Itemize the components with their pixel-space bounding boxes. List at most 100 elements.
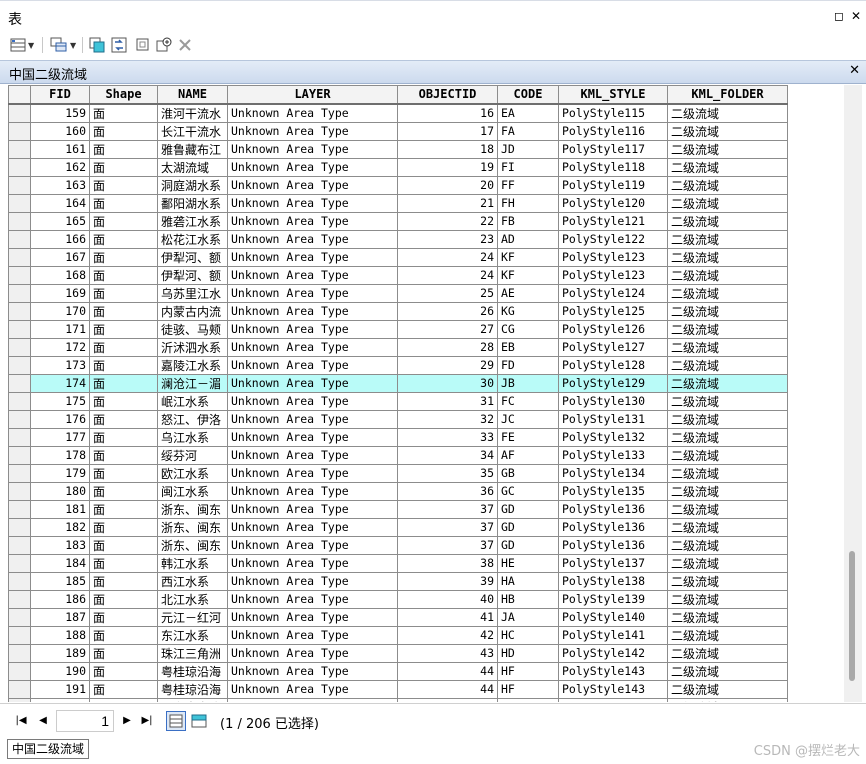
row-selector[interactable] <box>8 283 31 303</box>
table-cell[interactable]: JB <box>497 373 559 393</box>
table-cell[interactable]: 19 <box>397 157 498 177</box>
table-cell[interactable]: Unknown Area Type <box>227 157 398 177</box>
table-cell[interactable]: Unknown Area Type <box>227 175 398 195</box>
row-selector[interactable] <box>8 679 31 699</box>
table-cell[interactable]: 169 <box>30 283 90 303</box>
table-cell[interactable]: 面 <box>89 247 158 267</box>
table-row[interactable]: 159 面淮河干流水 Unknown Area Type 16 EA PolyStyle1… <box>8 103 788 123</box>
table-cell[interactable]: 洞庭湖水系 <box>157 175 228 195</box>
table-cell[interactable]: 二级流域 <box>667 463 788 483</box>
table-cell[interactable]: HA <box>497 571 559 591</box>
zoom-to-selected-button[interactable] <box>156 35 172 55</box>
column-header[interactable]: Shape <box>89 85 158 105</box>
table-cell[interactable]: PolyStyle128 <box>558 355 668 375</box>
table-cell[interactable]: 面 <box>89 517 158 537</box>
table-cell[interactable]: 16 <box>397 103 498 123</box>
row-selector[interactable] <box>8 481 31 501</box>
table-cell[interactable]: Unknown Area Type <box>227 463 398 483</box>
column-header[interactable]: FID <box>30 85 90 105</box>
table-cell[interactable]: 28 <box>397 337 498 357</box>
row-selector-header[interactable] <box>8 85 31 105</box>
select-by-attributes-button[interactable] <box>89 35 105 55</box>
table-row[interactable]: 181 面浙东、闽东 Unknown Area Type 37 GD PolyStyle1… <box>8 499 788 519</box>
table-cell[interactable]: Unknown Area Type <box>227 625 398 645</box>
table-cell[interactable]: PolyStyle129 <box>558 373 668 393</box>
row-selector[interactable] <box>8 319 31 339</box>
table-cell[interactable]: 东江水系 <box>157 625 228 645</box>
column-header[interactable]: NAME <box>157 85 228 105</box>
table-cell[interactable]: Unknown Area Type <box>227 337 398 357</box>
table-cell[interactable]: 二级流域 <box>667 265 788 285</box>
table-cell[interactable]: 二级流域 <box>667 499 788 519</box>
first-record-icon[interactable]: |◀ <box>14 714 28 728</box>
table-cell[interactable]: 面 <box>89 103 158 123</box>
table-cell[interactable]: 韩江水系 <box>157 553 228 573</box>
table-cell[interactable]: 闽江水系 <box>157 481 228 501</box>
tab-table[interactable]: 中国二级流域 <box>7 739 90 759</box>
show-selected-records-button[interactable] <box>189 711 209 731</box>
table-cell[interactable]: 170 <box>30 301 90 321</box>
table-cell[interactable]: 二级流域 <box>667 157 788 177</box>
table-cell[interactable]: PolyStyle127 <box>558 337 668 357</box>
table-cell[interactable]: GD <box>497 517 559 537</box>
table-cell[interactable]: Unknown Area Type <box>227 121 398 141</box>
table-cell[interactable]: 188 <box>30 625 90 645</box>
scrollbar-thumb[interactable] <box>849 551 855 681</box>
table-cell[interactable]: 二级流域 <box>667 319 788 339</box>
close-icon[interactable]: ✕ <box>850 9 862 23</box>
table-cell[interactable]: Unknown Area Type <box>227 643 398 663</box>
table-cell[interactable]: 二级流域 <box>667 427 788 447</box>
table-cell[interactable]: 沂沭泗水系 <box>157 337 228 357</box>
table-cell[interactable]: Unknown Area Type <box>227 427 398 447</box>
table-row[interactable]: 168 面伊犁河、额 Unknown Area Type 24 KF PolyStyle1… <box>8 265 788 285</box>
table-row[interactable]: 172 面沂沭泗水系 Unknown Area Type 28 EB PolyStyle1… <box>8 337 788 357</box>
table-cell[interactable]: 29 <box>397 355 498 375</box>
table-cell[interactable]: PolyStyle132 <box>558 427 668 447</box>
table-cell[interactable]: Unknown Area Type <box>227 409 398 429</box>
table-cell[interactable]: 面 <box>89 301 158 321</box>
column-header[interactable]: LAYER <box>227 85 398 105</box>
table-cell[interactable]: Unknown Area Type <box>227 499 398 519</box>
previous-record-icon[interactable]: ◀ <box>36 714 50 728</box>
table-cell[interactable]: PolyStyle116 <box>558 121 668 141</box>
table-cell[interactable]: 二级流域 <box>667 697 788 702</box>
table-cell[interactable]: JA <box>497 607 559 627</box>
table-cell[interactable]: 192 <box>30 697 90 702</box>
row-selector[interactable] <box>8 697 31 702</box>
table-row[interactable]: 165 面雅砻江水系 Unknown Area Type 22 FB PolyStyle1… <box>8 211 788 231</box>
table-cell[interactable]: 二级流域 <box>667 283 788 303</box>
table-cell[interactable]: 20 <box>397 175 498 195</box>
table-cell[interactable]: 面 <box>89 571 158 591</box>
table-cell[interactable]: 162 <box>30 157 90 177</box>
table-cell[interactable]: 189 <box>30 643 90 663</box>
table-cell[interactable]: HC <box>497 625 559 645</box>
table-cell[interactable]: 二级流域 <box>667 247 788 267</box>
table-cell[interactable]: FC <box>497 391 559 411</box>
table-cell[interactable]: 24 <box>397 265 498 285</box>
table-cell[interactable]: 171 <box>30 319 90 339</box>
current-record-input[interactable]: 1 <box>56 710 114 732</box>
table-cell[interactable]: PolyStyle134 <box>558 463 668 483</box>
table-cell[interactable]: 二级流域 <box>667 643 788 663</box>
table-cell[interactable]: HE <box>497 553 559 573</box>
row-selector[interactable] <box>8 427 31 447</box>
table-cell[interactable]: 177 <box>30 427 90 447</box>
row-selector[interactable] <box>8 463 31 483</box>
table-cell[interactable]: 173 <box>30 355 90 375</box>
next-record-icon[interactable]: ▶ <box>120 714 134 728</box>
table-cell[interactable]: PolyStyle119 <box>558 175 668 195</box>
table-cell[interactable]: 二级流域 <box>667 103 788 123</box>
table-cell[interactable]: 面 <box>89 607 158 627</box>
last-record-icon[interactable]: ▶| <box>140 714 154 728</box>
table-cell[interactable]: HF <box>497 661 559 681</box>
table-cell[interactable]: PolyStyle122 <box>558 229 668 249</box>
table-cell[interactable]: 167 <box>30 247 90 267</box>
table-cell[interactable]: 嘉陵江水系 <box>157 355 228 375</box>
table-cell[interactable]: AF <box>497 445 559 465</box>
table-cell[interactable]: 二级流域 <box>667 409 788 429</box>
close-table-icon[interactable]: ✕ <box>849 63 860 78</box>
table-cell[interactable]: 鄱阳湖水系 <box>157 193 228 213</box>
table-cell[interactable]: 面 <box>89 121 158 141</box>
table-cell[interactable]: 辽东半岛诸 <box>157 697 228 702</box>
vertical-scrollbar[interactable] <box>844 85 862 702</box>
